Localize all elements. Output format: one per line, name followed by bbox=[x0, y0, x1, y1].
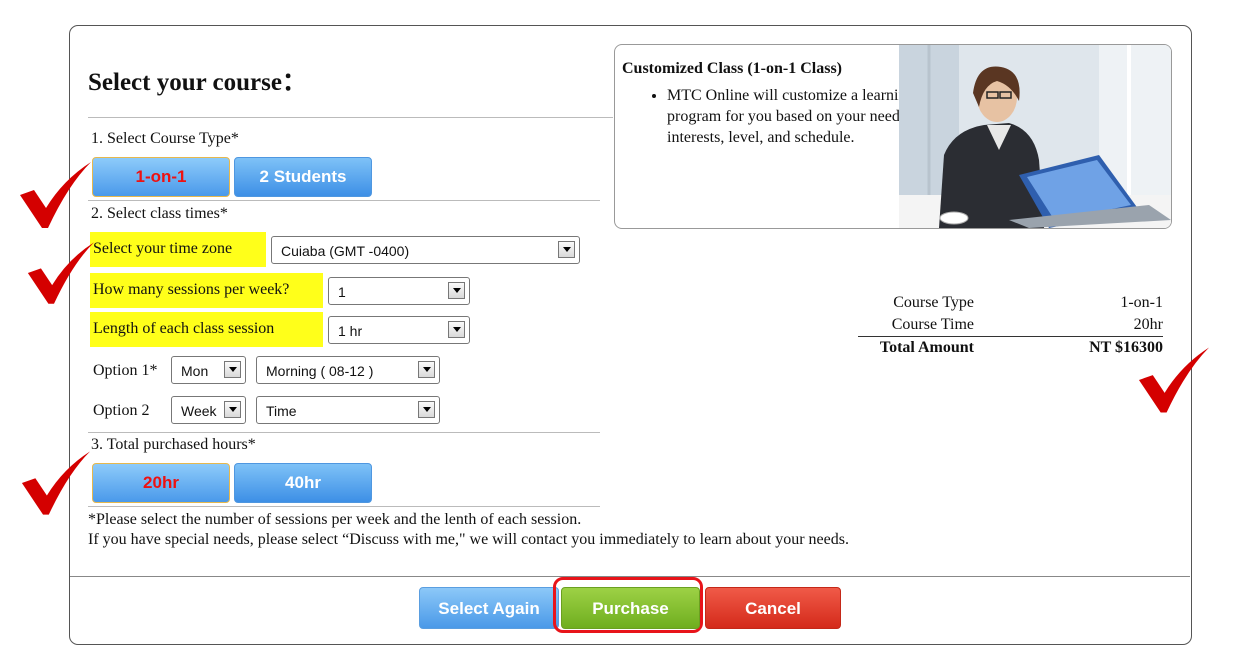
time-zone-select[interactable]: Cuiaba (GMT -0400) bbox=[271, 236, 580, 264]
option1-day-value: Mon bbox=[181, 363, 209, 379]
info-box-title: Customized Class (1-on-1 Class) bbox=[622, 60, 842, 77]
summary-row: Course Time 20hr bbox=[858, 314, 1163, 337]
summary-total-row: Total Amount NT $16300 bbox=[858, 336, 1163, 359]
option1-time-select[interactable]: Morning ( 08-12 ) bbox=[256, 356, 440, 384]
time-zone-label: Select your time zone bbox=[90, 232, 266, 267]
option2-time-select[interactable]: Time bbox=[256, 396, 440, 424]
option1-time-value: Morning ( 08-12 ) bbox=[266, 363, 374, 379]
session-length-label: Length of each class session bbox=[90, 312, 323, 347]
summary-label: Course Type bbox=[893, 294, 974, 311]
business-woman-laptop-image bbox=[899, 45, 1171, 228]
sessions-per-week-select[interactable]: 1 bbox=[328, 277, 470, 305]
option2-time-value: Time bbox=[266, 403, 297, 419]
info-box-list: MTC Online will customize a learning pro… bbox=[615, 85, 937, 148]
hours-40hr-button[interactable]: 40hr bbox=[234, 463, 372, 503]
checkmark-icon bbox=[27, 242, 95, 304]
summary-value: 1-on-1 bbox=[1120, 294, 1163, 311]
course-type-2students-button[interactable]: 2 Students bbox=[234, 157, 372, 197]
chevron-down-icon bbox=[448, 321, 465, 338]
chevron-down-icon bbox=[224, 401, 241, 418]
select-again-button[interactable]: Select Again bbox=[419, 587, 559, 629]
note-line-1: *Please select the number of sessions pe… bbox=[88, 511, 582, 528]
purchase-button[interactable]: Purchase bbox=[561, 587, 700, 629]
chevron-down-icon bbox=[418, 361, 435, 378]
sessions-per-week-value: 1 bbox=[338, 284, 346, 300]
time-zone-value: Cuiaba (GMT -0400) bbox=[281, 243, 410, 259]
chevron-down-icon bbox=[418, 401, 435, 418]
total-amount-value: NT $16300 bbox=[974, 336, 1163, 359]
option1-label: Option 1* bbox=[93, 362, 158, 379]
hours-20hr-button[interactable]: 20hr bbox=[92, 463, 230, 503]
total-amount-label: Total Amount bbox=[858, 336, 974, 359]
summary-label: Course Time bbox=[891, 316, 974, 333]
divider bbox=[88, 117, 613, 118]
info-box-bullet: MTC Online will customize a learning pro… bbox=[667, 85, 937, 148]
class-times-heading: 2. Select class times* bbox=[91, 205, 228, 222]
summary-row: Course Type 1-on-1 bbox=[858, 292, 1163, 314]
session-length-value: 1 hr bbox=[338, 323, 363, 339]
option2-day-select[interactable]: Week bbox=[171, 396, 246, 424]
course-info-box: Customized Class (1-on-1 Class) MTC Onli… bbox=[614, 44, 1172, 229]
checkmark-icon bbox=[20, 162, 91, 228]
chevron-down-icon bbox=[558, 241, 575, 258]
chevron-down-icon bbox=[448, 282, 465, 299]
page-title: Select your course： bbox=[88, 69, 307, 96]
chevron-down-icon bbox=[224, 361, 241, 378]
note-line-2: If you have special needs, please select… bbox=[88, 531, 849, 548]
order-summary: Course Type 1-on-1 Course Time 20hr Tota… bbox=[858, 292, 1163, 359]
session-length-select[interactable]: 1 hr bbox=[328, 316, 470, 344]
divider bbox=[88, 200, 600, 201]
hours-heading: 3. Total purchased hours* bbox=[91, 436, 256, 453]
course-type-heading: 1. Select Course Type* bbox=[91, 130, 239, 147]
checkmark-icon bbox=[1138, 347, 1210, 413]
sessions-per-week-label: How many sessions per week? bbox=[90, 273, 323, 308]
checkmark-icon bbox=[21, 451, 91, 515]
summary-value: 20hr bbox=[1133, 316, 1163, 333]
divider bbox=[88, 432, 600, 433]
option2-day-value: Week bbox=[181, 403, 217, 419]
cancel-button[interactable]: Cancel bbox=[705, 587, 841, 629]
option1-day-select[interactable]: Mon bbox=[171, 356, 246, 384]
course-type-1on1-button[interactable]: 1-on-1 bbox=[92, 157, 230, 197]
option2-label: Option 2 bbox=[93, 402, 150, 419]
divider bbox=[88, 506, 600, 507]
